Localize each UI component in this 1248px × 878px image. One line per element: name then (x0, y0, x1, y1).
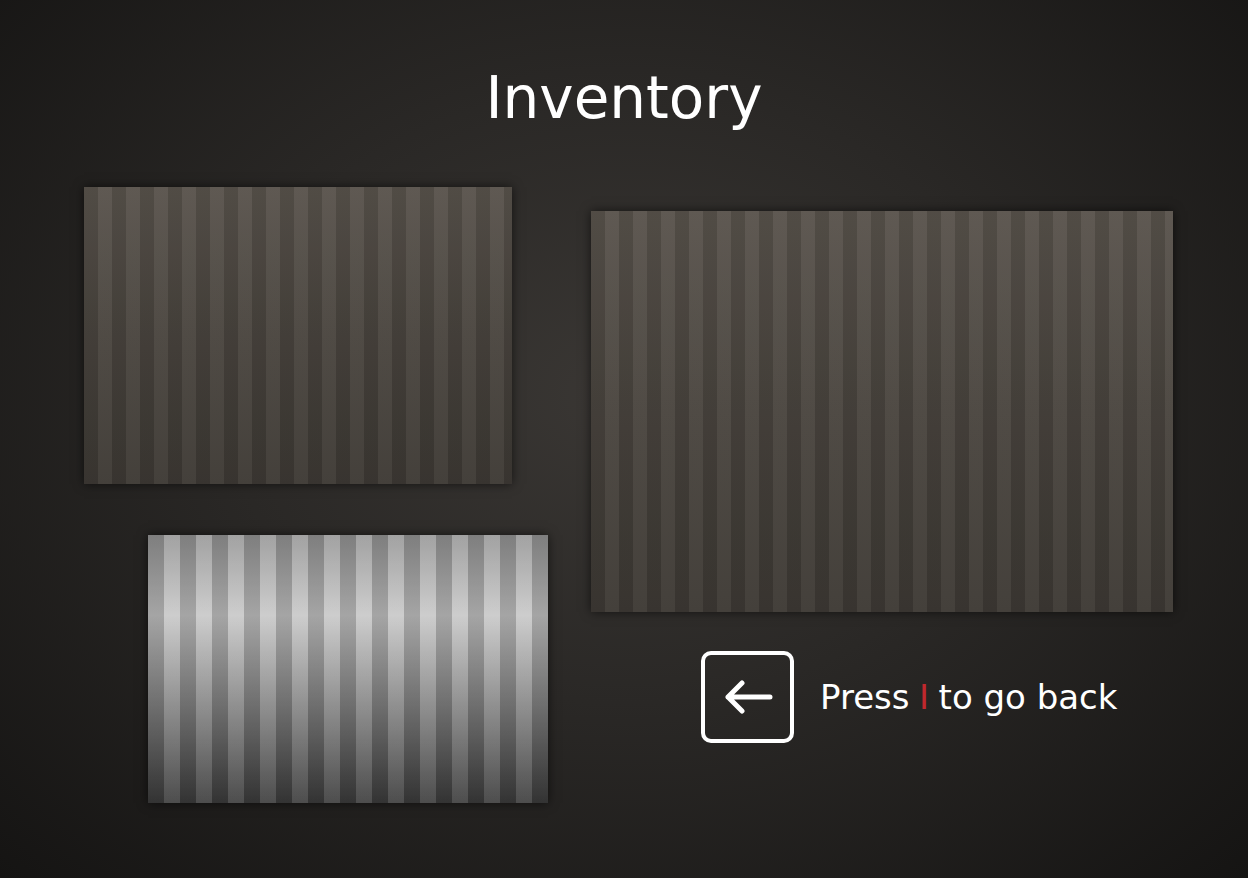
hint-before: Press (820, 677, 909, 718)
left-arrow-icon (723, 680, 773, 714)
hint-after: to go back (939, 677, 1118, 718)
inventory-photo[interactable] (591, 211, 1173, 612)
screen-title: Inventory (0, 0, 1248, 134)
back-key[interactable] (701, 651, 794, 743)
hint-text: PressIto go back (820, 677, 1117, 718)
inventory-photo[interactable] (84, 187, 512, 484)
back-hint: PressIto go back (701, 651, 1117, 743)
inventory-photo[interactable] (148, 535, 548, 803)
hint-key: I (919, 677, 929, 718)
